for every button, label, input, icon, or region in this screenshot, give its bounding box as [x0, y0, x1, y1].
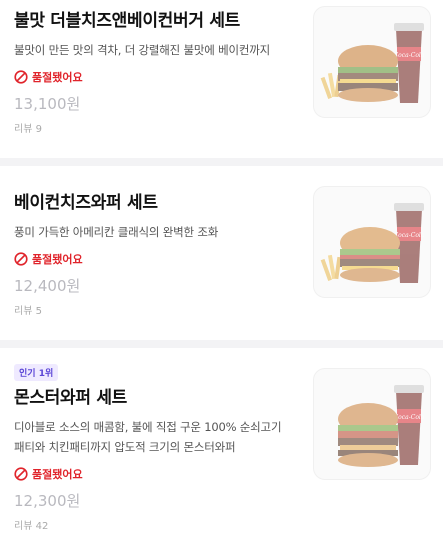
prohibited-icon [14, 252, 28, 266]
menu-item-price: 12,400원 [14, 277, 81, 295]
description-line: 패티와 치킨패티까지 압도적 크기의 몬스터와퍼 [14, 440, 236, 454]
menu-item-image: Coca-Cola [313, 368, 431, 480]
menu-item-info: 불맛 더블치즈앤베이컨버거 세트 불맛이 만든 맛의 격차, 더 강렬해진 불맛… [14, 10, 294, 135]
menu-item-price: 12,300원 [14, 492, 81, 510]
section-divider [0, 158, 443, 166]
review-count: 리뷰 5 [14, 306, 42, 317]
menu-item[interactable]: 베이컨치즈와퍼 세트 풍미 가득한 아메리칸 클래식의 완벽한 조화 품절됐어요… [0, 166, 443, 340]
review-count: 리뷰 9 [14, 124, 42, 135]
menu-item-image: Coca-Cola [313, 6, 431, 118]
review-count: 리뷰 42 [14, 521, 49, 532]
menu-item-price: 13,100원 [14, 95, 81, 113]
prohibited-icon [14, 467, 28, 481]
menu-item-description: 불맛이 만든 맛의 격차, 더 강렬해진 불맛에 베이컨까지 [14, 40, 294, 60]
menu-item-info: 베이컨치즈와퍼 세트 풍미 가득한 아메리칸 클래식의 완벽한 조화 품절됐어요… [14, 192, 294, 317]
description-line: 풍미 가득한 아메리칸 클래식의 완벽한 조화 [14, 225, 219, 239]
menu-item-description: 디아블로 소스의 매콤함, 불에 직접 구운 100% 순쇠고기 패티와 치킨패… [14, 417, 294, 457]
menu-item-description: 풍미 가득한 아메리칸 클래식의 완벽한 조화 [14, 222, 294, 242]
menu-item[interactable]: 불맛 더블치즈앤베이컨버거 세트 불맛이 만든 맛의 격차, 더 강렬해진 불맛… [0, 0, 443, 158]
cup-logo: Coca-Cola [394, 52, 425, 59]
soldout-status: 품절됐어요 [14, 250, 294, 268]
soldout-status: 품절됐어요 [14, 465, 294, 483]
popularity-badge: 인기 1위 [14, 364, 59, 381]
soldout-label: 품절됐어요 [32, 71, 83, 84]
menu-item-image: Coca-Cola [313, 186, 431, 298]
menu-item-title: 불맛 더블치즈앤베이컨버거 세트 [14, 11, 240, 31]
soldout-status: 품절됐어요 [14, 68, 294, 86]
description-line: 디아블로 소스의 매콤함, 불에 직접 구운 100% 순쇠고기 [14, 420, 282, 434]
soldout-label: 품절됐어요 [32, 253, 83, 266]
cup-logo: Coca-Cola [394, 414, 425, 421]
burger-set-image: Coca-Cola [320, 203, 425, 283]
section-divider [0, 340, 443, 348]
burger-set-image: Coca-Cola [338, 385, 425, 467]
menu-item-title: 몬스터와퍼 세트 [14, 388, 127, 408]
prohibited-icon [14, 70, 28, 84]
menu-list: 불맛 더블치즈앤베이컨버거 세트 불맛이 만든 맛의 격차, 더 강렬해진 불맛… [0, 0, 443, 557]
description-line: 불맛이 만든 맛의 격차, 더 강렬해진 불맛에 베이컨까지 [14, 43, 271, 57]
menu-item-info: 인기 1위 몬스터와퍼 세트 디아블로 소스의 매콤함, 불에 직접 구운 10… [14, 358, 294, 532]
menu-item[interactable]: 인기 1위 몬스터와퍼 세트 디아블로 소스의 매콤함, 불에 직접 구운 10… [0, 348, 443, 557]
menu-item-title: 베이컨치즈와퍼 세트 [14, 193, 158, 213]
burger-set-image: Coca-Cola [320, 23, 425, 103]
soldout-label: 품절됐어요 [32, 468, 83, 481]
